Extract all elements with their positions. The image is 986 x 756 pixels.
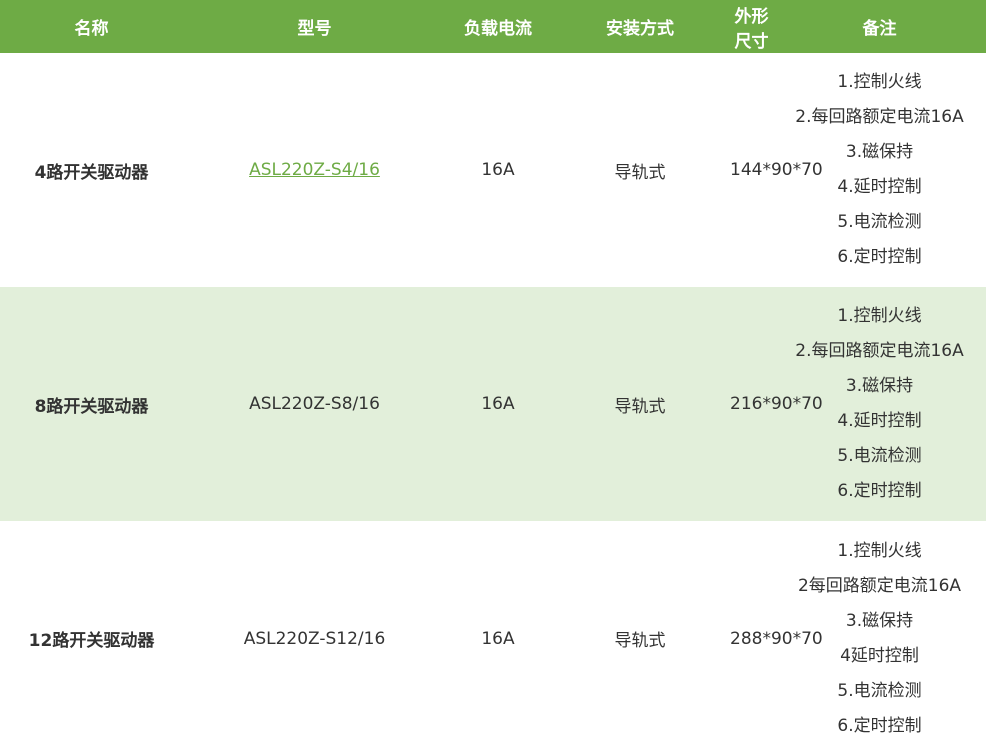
model-cell: ASL220Z-S12/16: [183, 521, 446, 756]
note-item: 3.磁保持: [845, 142, 914, 162]
model-cell: ASL220Z-S8/16: [183, 287, 446, 521]
header-model: 型号: [183, 0, 446, 53]
table-row: 12路开关驱动器 ASL220Z-S12/16 16A 导轨式 288*90*7…: [0, 521, 986, 756]
note-item: 5.电流检测: [837, 446, 922, 466]
load-current: 16A: [446, 521, 550, 756]
header-install: 安装方式: [550, 0, 730, 53]
note-item: 2每回路额定电流16A: [797, 575, 962, 596]
note-item: 4.延时控制: [837, 177, 922, 197]
table-row: 4路开关驱动器 ASL220Z-S4/16 16A 导轨式 144*90*70 …: [0, 53, 986, 287]
note-item: 2.每回路额定电流16A: [795, 107, 964, 127]
dimensions: 288*90*70: [730, 521, 823, 756]
header-name: 名称: [0, 0, 183, 53]
note-item: 2.每回路额定电流16A: [795, 341, 964, 361]
note-item: 3.磁保持: [845, 376, 914, 396]
header-dimensions: 外形尺寸: [730, 0, 773, 53]
install-method: 导轨式: [550, 53, 730, 287]
note-item: 5.电流检测: [837, 212, 922, 232]
note-item: 3.磁保持: [845, 610, 914, 631]
note-item: 6.定时控制: [837, 247, 922, 267]
load-current: 16A: [446, 287, 550, 521]
table-row: 8路开关驱动器 ASL220Z-S8/16 16A 导轨式 216*90*70 …: [0, 287, 986, 521]
product-name: 12路开关驱动器: [0, 521, 183, 756]
load-current: 16A: [446, 53, 550, 287]
note-item: 4.延时控制: [837, 411, 922, 431]
note-item: 6.定时控制: [837, 481, 922, 501]
note-item: 6.定时控制: [837, 715, 922, 736]
table-header: 名称 型号 负载电流 安装方式 外形尺寸 备注: [0, 0, 986, 53]
dimensions: 216*90*70: [730, 287, 823, 521]
note-item: 1.控制火线: [837, 72, 922, 92]
header-notes: 备注: [773, 0, 986, 53]
product-spec-table: 名称 型号 负载电流 安装方式 外形尺寸 备注 4路开关驱动器 ASL220Z-…: [0, 0, 986, 756]
header-row: 名称 型号 负载电流 安装方式 外形尺寸 备注: [0, 0, 986, 53]
model-cell: ASL220Z-S4/16: [183, 53, 446, 287]
install-method: 导轨式: [550, 521, 730, 756]
header-load-current: 负载电流: [446, 0, 550, 53]
note-item: 1.控制火线: [837, 540, 922, 561]
product-name: 4路开关驱动器: [0, 53, 183, 287]
install-method: 导轨式: [550, 287, 730, 521]
note-item: 4延时控制: [840, 645, 919, 666]
note-item: 5.电流检测: [837, 680, 922, 701]
product-name: 8路开关驱动器: [0, 287, 183, 521]
model-link[interactable]: ASL220Z-S4/16: [249, 160, 380, 180]
note-item: 1.控制火线: [837, 306, 922, 326]
dimensions: 144*90*70: [730, 53, 823, 287]
